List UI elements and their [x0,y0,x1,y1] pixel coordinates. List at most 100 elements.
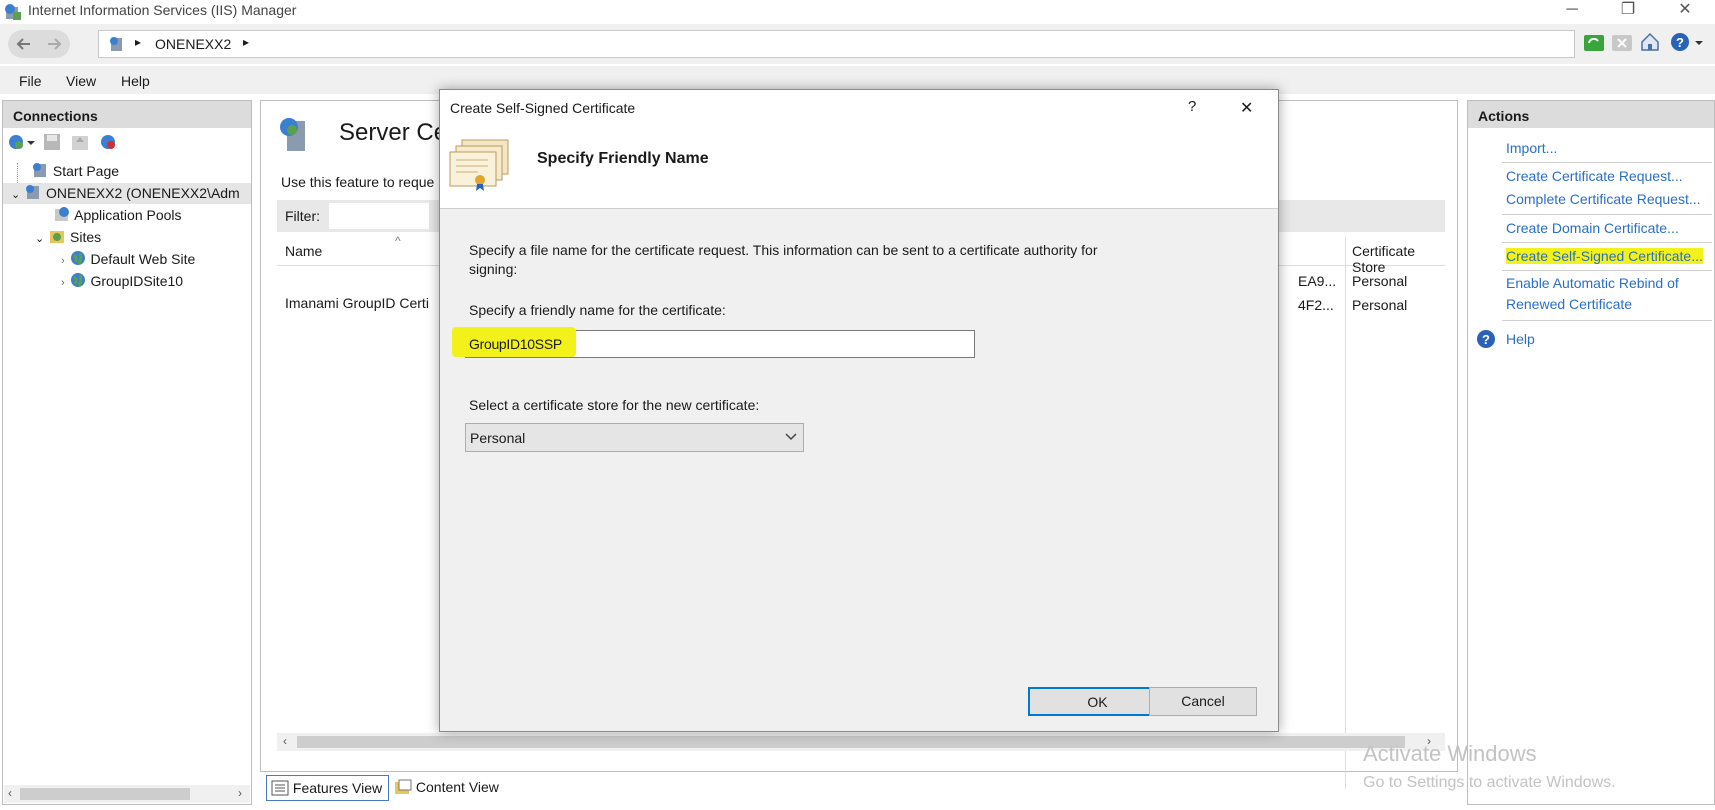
home-icon[interactable] [1639,31,1661,56]
scroll-left-icon[interactable]: ‹ [283,734,287,748]
tree-item-groupid-site[interactable]: › GroupIDSite10 [61,271,183,292]
tree-item-sites[interactable]: ⌄ Sites [35,227,101,248]
action-import[interactable]: Import... [1506,140,1557,156]
help-dropdown-icon[interactable]: ? [1669,31,1705,56]
app-pools-icon [53,205,71,226]
ok-button[interactable]: OK [1028,687,1167,716]
breadcrumb-separator-icon: ▸ [135,35,142,49]
globe-icon [69,271,87,292]
tree-label-start-page: Start Page [52,163,120,179]
tree-label-sites: Sites [70,229,102,245]
dialog-heading: Specify Friendly Name [537,150,709,167]
dialog-close-button[interactable]: ✕ [1240,98,1253,118]
collapse-chevron-icon[interactable]: ⌄ [11,189,20,201]
create-self-signed-certificate-dialog: Create Self-Signed Certificate ? ✕ Speci… [439,89,1279,732]
features-view-icon [271,779,289,803]
connections-header: Connections [3,101,251,128]
divider [1502,162,1712,163]
up-level-icon[interactable] [69,132,93,155]
refresh-icon[interactable] [1583,32,1605,57]
action-enable-rebind-line2[interactable]: Renewed Certificate [1506,296,1632,312]
start-page-icon [31,161,49,182]
dialog-help-button[interactable]: ? [1188,98,1196,115]
friendly-name-value: GroupID10SSP [469,336,562,352]
column-header-store[interactable]: Certificate Store [1352,243,1445,275]
table-hscrollbar[interactable]: ‹ › [277,733,1445,751]
menu-view[interactable]: View [66,73,96,89]
filter-label: Filter: [285,208,320,224]
action-create-self-signed-certificate[interactable]: Create Self-Signed Certificate... [1506,248,1703,264]
scroll-right-icon[interactable]: › [238,786,242,800]
breadcrumb-chevron-icon[interactable]: ▸ [243,35,249,49]
svg-text:?: ? [1482,332,1490,347]
server-node-icon [24,183,42,204]
action-create-certificate-request[interactable]: Create Certificate Request... [1506,168,1683,184]
action-complete-certificate-request[interactable]: Complete Certificate Request... [1506,191,1701,207]
features-view-tab[interactable]: Features View [266,775,390,803]
divider [1502,214,1712,215]
minimize-button[interactable]: ─ [1549,0,1595,22]
friendly-name-input[interactable]: GroupID10SSP [452,327,975,358]
tree-item-app-pools[interactable]: Application Pools [53,205,182,226]
tree-item-default-site[interactable]: › Default Web Site [61,249,195,270]
row-store: Personal [1352,297,1408,313]
stop-icon[interactable] [1611,32,1633,57]
certificate-store-select[interactable]: Personal [465,423,804,452]
filter-input[interactable] [329,203,429,229]
tree-item-start-page[interactable]: Start Page [17,161,119,182]
svg-text:?: ? [1676,35,1684,50]
connect-globe-icon[interactable] [7,132,37,155]
dialog-header: Create Self-Signed Certificate ? ✕ Speci… [440,90,1278,209]
action-help[interactable]: Help [1506,331,1535,347]
tree-label-app-pools: Application Pools [74,207,182,223]
dialog-intro-text-line2: signing: [469,261,518,277]
certificate-icon [448,136,512,195]
certificate-store-value: Personal [470,430,526,446]
actions-header: Actions [1468,101,1714,128]
globe-icon [69,249,87,270]
menu-help[interactable]: Help [121,73,150,89]
content-view-tab[interactable]: Content View [394,775,499,799]
dialog-intro-text: Specify a file name for the certificate … [469,242,1098,258]
address-field[interactable]: ▸ ONENEXX2 ▸ [98,30,1575,58]
disconnect-icon[interactable] [97,132,121,155]
scroll-left-icon[interactable]: ‹ [8,786,12,800]
breadcrumb-server[interactable]: ONENEXX2 [155,36,231,52]
scroll-thumb[interactable] [20,788,190,800]
actions-panel: Actions Import... Create Certificate Req… [1467,100,1715,805]
scroll-thumb[interactable] [297,736,1405,748]
row-store: Personal [1352,273,1408,289]
save-icon[interactable] [41,132,65,155]
divider [1502,270,1712,271]
sites-collapse-chevron-icon[interactable]: ⌄ [35,233,44,245]
activate-windows-subtext: Go to Settings to activate Windows. [1363,774,1616,791]
help-icon[interactable]: ? [1476,329,1496,352]
menu-file[interactable]: File [19,73,42,89]
restore-button[interactable]: ❐ [1605,0,1651,22]
window-title: Internet Information Services (IIS) Mana… [28,2,297,18]
divider [1502,320,1712,321]
expand-chevron-icon[interactable]: › [61,277,65,289]
connections-panel: Connections Start Page ⌄ ONENEXX2 (ONENE… [2,100,252,805]
server-icon [108,35,126,56]
sites-folder-icon [48,227,66,248]
sort-ascending-icon: ^ [395,234,401,248]
column-divider [1345,237,1346,789]
expand-chevron-icon[interactable]: › [61,255,65,267]
window-close-button[interactable]: ✕ [1662,0,1708,22]
view-switcher: Features View Content View [266,775,566,801]
content-view-icon [394,778,412,802]
connections-hscrollbar[interactable]: ‹ › [4,785,250,803]
cancel-button[interactable]: Cancel [1149,687,1257,716]
address-bar: ▸ ONENEXX2 ▸ ? [0,24,1715,64]
page-title: Server Ce [339,119,448,146]
row-hash: EA9... [1298,273,1337,289]
dialog-title: Create Self-Signed Certificate [450,100,636,116]
tree-item-server[interactable]: ⌄ ONENEXX2 (ONENEXX2\Adm [3,183,251,204]
action-create-domain-certificate[interactable]: Create Domain Certificate... [1506,220,1679,236]
action-enable-rebind[interactable]: Enable Automatic Rebind of [1506,275,1679,291]
back-button[interactable] [8,30,70,58]
feature-description: Use this feature to reque [281,174,435,190]
column-header-name[interactable]: Name [285,243,322,259]
tree-label-default-site: Default Web Site [90,251,196,267]
